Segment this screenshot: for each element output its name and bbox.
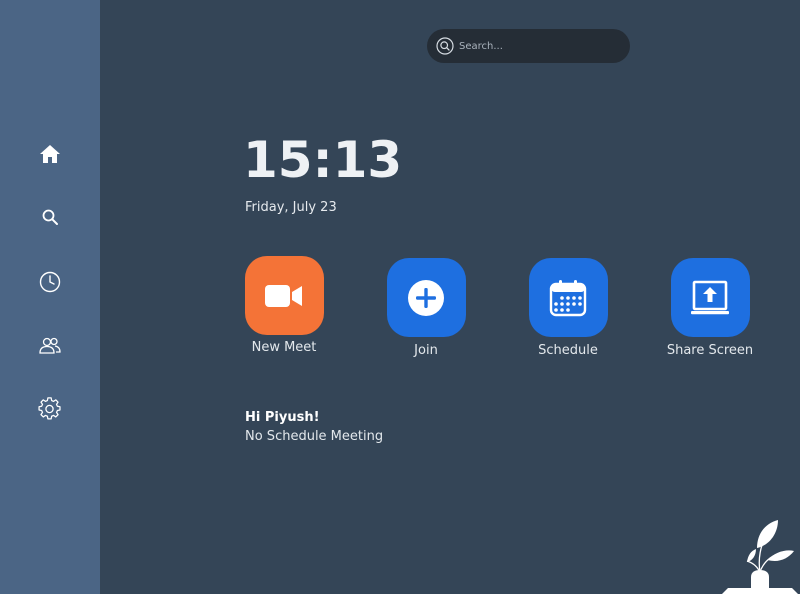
greeting-title: Hi Piyush! — [245, 410, 320, 425]
plus-circle-icon — [408, 279, 444, 316]
sidebar-item-settings[interactable] — [32, 391, 68, 427]
search-bar — [427, 29, 630, 63]
new-meet-tile[interactable] — [244, 256, 324, 335]
sidebar-item-history[interactable] — [32, 264, 68, 300]
gear-icon — [38, 397, 61, 420]
new-meet-label: New Meet — [251, 340, 317, 355]
sidebar-item-search[interactable] — [32, 199, 68, 235]
clock-date: Friday, July 23 — [245, 200, 337, 215]
sidebar — [0, 0, 100, 594]
search-input[interactable] — [459, 29, 619, 63]
greeting-subtitle: No Schedule Meeting — [245, 429, 384, 444]
schedule-label: Schedule — [538, 343, 598, 358]
search-icon — [436, 37, 454, 55]
calendar-icon — [549, 279, 587, 316]
video-camera-icon — [265, 284, 302, 307]
new-meet-button[interactable]: New Meet — [224, 256, 344, 355]
schedule-tile[interactable] — [528, 258, 608, 337]
sidebar-item-home[interactable] — [32, 136, 68, 172]
clock-icon — [39, 271, 61, 293]
join-button[interactable]: Join — [366, 258, 486, 358]
share-screen-tile[interactable] — [670, 258, 750, 337]
share-screen-icon — [691, 280, 729, 314]
plant-decoration-icon — [722, 520, 798, 594]
sidebar-item-contacts[interactable] — [32, 328, 68, 364]
contacts-icon — [39, 337, 61, 354]
share-screen-label: Share Screen — [666, 343, 754, 358]
clock-time: 15:13 — [243, 131, 403, 189]
home-icon — [40, 145, 60, 163]
share-screen-button[interactable]: Share Screen — [650, 258, 770, 358]
join-tile[interactable] — [386, 258, 466, 337]
search-icon — [42, 209, 58, 225]
schedule-button[interactable]: Schedule — [508, 258, 628, 358]
join-label: Join — [414, 343, 438, 358]
